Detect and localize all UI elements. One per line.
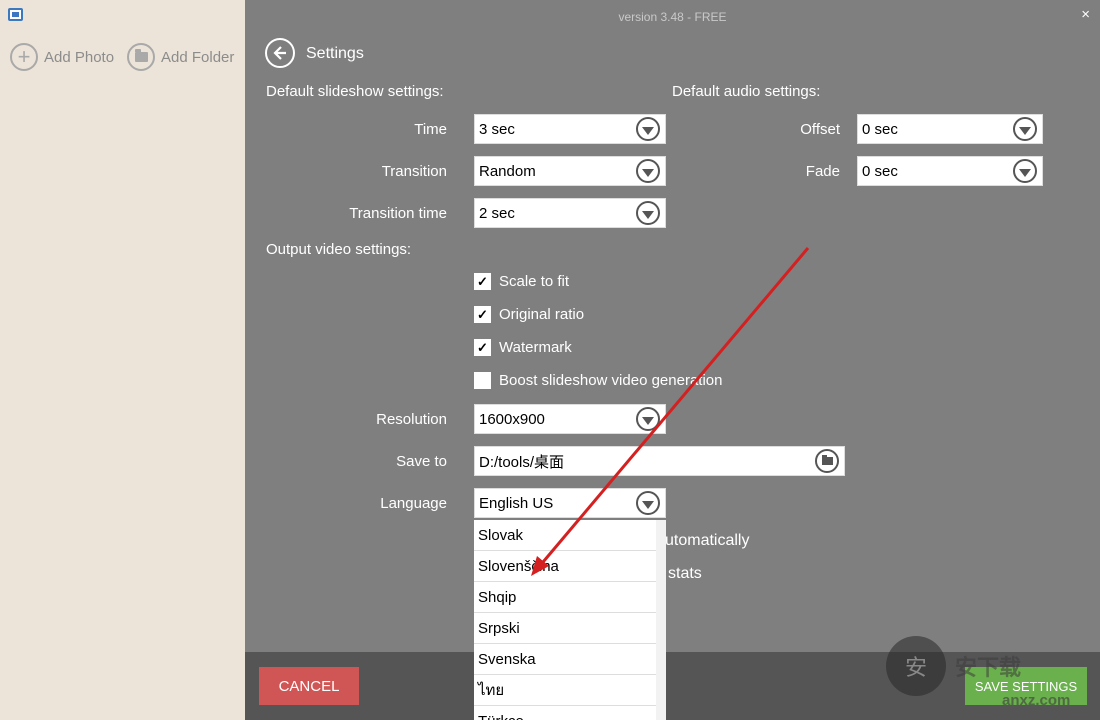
folder-icon [127,43,155,71]
plus-icon: + [10,43,38,71]
sidebar: + Add Photo Add Folder [0,0,245,720]
settings-panel: version 3.48 - FREE × Settings Default s… [245,0,1100,720]
add-photo-label: Add Photo [44,48,115,66]
add-folder-label: Add Folder [161,48,235,66]
watermark-url: anxz.com [1002,692,1071,709]
watermark-shield-icon: 安 [886,636,946,696]
annotation-arrow [531,247,810,576]
app-icon [8,8,23,21]
watermark-brand: 安下载 [955,655,1022,680]
add-photo-button[interactable]: + Add Photo [10,43,114,71]
add-folder-button[interactable]: Add Folder [127,43,234,71]
